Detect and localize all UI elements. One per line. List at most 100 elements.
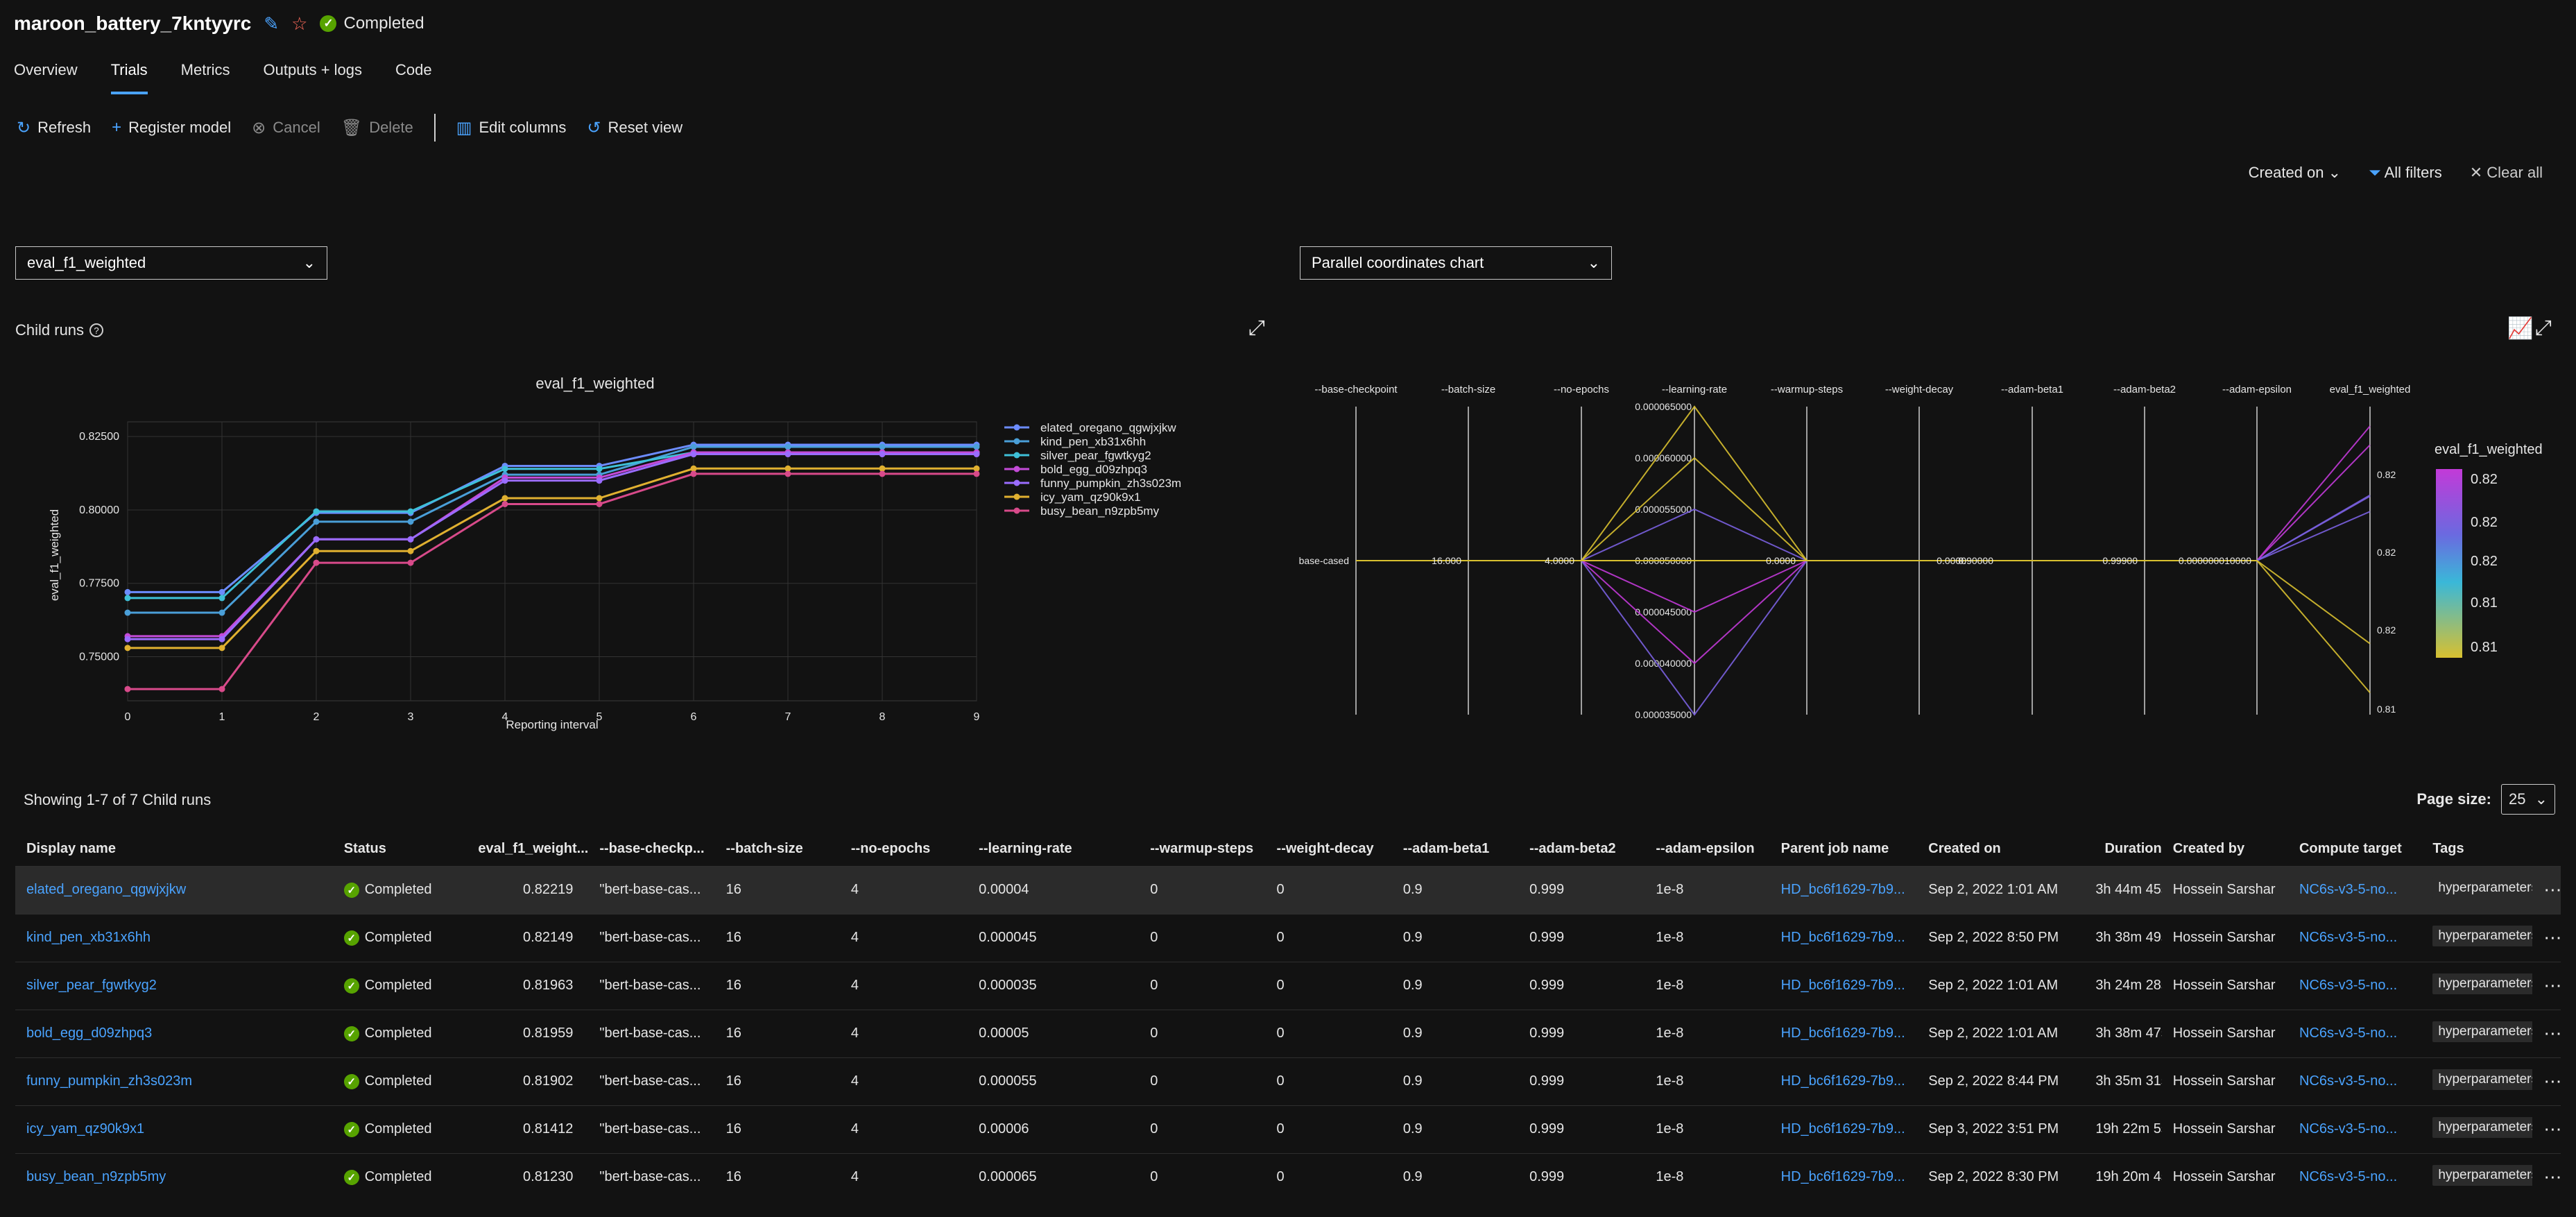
data-point[interactable] — [973, 470, 980, 477]
data-point[interactable] — [501, 477, 508, 484]
name-link[interactable]: icy_yam_qz90k9x1 — [26, 1121, 144, 1137]
parent-link[interactable]: HD_bc6f1629-7b9... — [1781, 978, 1905, 993]
column-header[interactable]: Duration — [2084, 833, 2161, 866]
data-point[interactable] — [124, 595, 131, 602]
compute-link[interactable]: NC6s-v3-5-no... — [2299, 1121, 2397, 1137]
series-line[interactable] — [128, 445, 977, 614]
data-point[interactable] — [218, 686, 225, 692]
data-point[interactable] — [407, 518, 414, 525]
data-point[interactable] — [218, 609, 225, 616]
column-header[interactable]: --weight-decay — [1266, 833, 1392, 866]
legend-item[interactable]: bold_egg_d09zhpq3 — [1040, 463, 1147, 476]
tab-trials[interactable]: Trials — [110, 61, 148, 94]
data-point[interactable] — [218, 636, 225, 642]
data-point[interactable] — [596, 466, 603, 473]
tab-overview[interactable]: Overview — [14, 61, 78, 94]
column-header[interactable]: Compute target — [2288, 833, 2421, 866]
data-point[interactable] — [407, 536, 414, 543]
name-link[interactable]: elated_oregano_qgwjxjkw — [26, 882, 186, 897]
data-point[interactable] — [407, 547, 414, 554]
more-options-icon[interactable]: ⋯ — [2543, 1166, 2561, 1187]
edit-icon[interactable]: ✎ — [264, 13, 279, 35]
refresh-button[interactable]: ↻ Refresh — [17, 118, 91, 138]
column-header[interactable]: --learning-rate — [968, 833, 1139, 866]
expand-icon[interactable]: ⤢ — [2535, 316, 2552, 340]
more-options-icon[interactable]: ⋯ — [2543, 879, 2561, 900]
parent-link[interactable]: HD_bc6f1629-7b9... — [1781, 1025, 1905, 1041]
reset-view-button[interactable]: ↺ Reset view — [587, 118, 682, 138]
data-point[interactable] — [690, 451, 697, 458]
column-header[interactable]: Tags — [2421, 833, 2532, 866]
table-row[interactable]: busy_bean_n9zpb5my ✓ Completed 0.81230 "bert… — [15, 1152, 2561, 1201]
parallel-line[interactable] — [1356, 444, 2371, 613]
all-filters-button[interactable]: ⏷ All filters — [2369, 164, 2442, 182]
data-point[interactable] — [973, 443, 980, 450]
more-options-icon[interactable]: ⋯ — [2543, 975, 2561, 996]
legend-item[interactable]: elated_oregano_qgwjxjkw — [1040, 421, 1176, 434]
compute-link[interactable]: NC6s-v3-5-no... — [2299, 930, 2397, 945]
parallel-line[interactable] — [1356, 495, 2371, 561]
column-header[interactable]: --warmup-steps — [1139, 833, 1265, 866]
parallel-line[interactable] — [1356, 508, 2371, 561]
data-point[interactable] — [313, 547, 320, 554]
tab-metrics[interactable]: Metrics — [181, 61, 230, 94]
compute-link[interactable]: NC6s-v3-5-no... — [2299, 1025, 2397, 1041]
name-link[interactable]: busy_bean_n9zpb5my — [26, 1169, 166, 1184]
compute-link[interactable]: NC6s-v3-5-no... — [2299, 1073, 2397, 1089]
compute-link[interactable]: NC6s-v3-5-no... — [2299, 978, 2397, 993]
series-line[interactable] — [128, 467, 977, 649]
parent-link[interactable]: HD_bc6f1629-7b9... — [1781, 930, 1905, 945]
delete-button[interactable]: 🗑 Delete — [341, 118, 413, 138]
created-on-dropdown[interactable]: Created on ⌄ — [2249, 164, 2341, 182]
more-options-icon[interactable]: ⋯ — [2543, 1118, 2561, 1139]
column-header[interactable]: eval_f1_weight... — [459, 833, 588, 866]
legend-item[interactable]: silver_pear_fgwtkyg2 — [1040, 449, 1151, 462]
data-point[interactable] — [313, 559, 320, 566]
column-header[interactable]: --base-checkp... — [588, 833, 714, 866]
column-header[interactable]: Created on — [1917, 833, 2084, 866]
parallel-line[interactable] — [1356, 405, 2371, 693]
data-point[interactable] — [124, 588, 131, 595]
data-point[interactable] — [313, 508, 320, 515]
legend-item[interactable]: icy_yam_qz90k9x1 — [1040, 491, 1141, 504]
legend-item[interactable]: funny_pumpkin_zh3s023m — [1040, 477, 1181, 490]
page-size-select[interactable]: 25 ⌄ — [2501, 784, 2555, 815]
data-point[interactable] — [784, 470, 791, 477]
column-header[interactable]: Display name — [15, 833, 333, 866]
data-point[interactable] — [218, 595, 225, 602]
column-header[interactable]: Created by — [2162, 833, 2288, 866]
clear-all-button[interactable]: ✕ Clear all — [2470, 164, 2543, 182]
data-point[interactable] — [784, 451, 791, 458]
parent-link[interactable]: HD_bc6f1629-7b9... — [1781, 882, 1905, 897]
data-point[interactable] — [690, 443, 697, 450]
table-row[interactable]: kind_pen_xb31x6hh ✓ Completed 0.82149 "bert-… — [15, 913, 2561, 962]
name-link[interactable]: silver_pear_fgwtkyg2 — [26, 978, 157, 993]
data-point[interactable] — [690, 470, 697, 477]
column-header[interactable]: Status — [333, 833, 459, 866]
data-point[interactable] — [596, 477, 603, 484]
edit-columns-button[interactable]: ▥ Edit columns — [456, 118, 567, 138]
metric-select[interactable]: eval_f1_weighted ⌄ — [15, 246, 327, 280]
help-icon[interactable]: ? — [89, 323, 104, 337]
more-options-icon[interactable]: ⋯ — [2543, 927, 2561, 948]
compute-link[interactable]: NC6s-v3-5-no... — [2299, 1169, 2397, 1184]
legend-item[interactable]: busy_bean_n9zpb5my — [1040, 504, 1160, 518]
data-point[interactable] — [879, 451, 886, 458]
column-header[interactable]: --adam-beta2 — [1518, 833, 1645, 866]
column-header[interactable]: --adam-beta1 — [1392, 833, 1518, 866]
chart-icon[interactable]: 📈 — [2507, 316, 2533, 341]
table-row[interactable]: elated_oregano_qgwjxjkw ✓ Completed 0.82219… — [15, 865, 2561, 914]
data-point[interactable] — [879, 443, 886, 450]
star-icon[interactable]: ☆ — [291, 13, 307, 35]
table-row[interactable]: icy_yam_qz90k9x1 ✓ Completed 0.81412 "bert-b… — [15, 1105, 2561, 1153]
name-link[interactable]: funny_pumpkin_zh3s023m — [26, 1073, 192, 1089]
data-point[interactable] — [218, 588, 225, 595]
column-header[interactable]: --adam-epsilon — [1645, 833, 1769, 866]
legend-item[interactable]: kind_pen_xb31x6hh — [1040, 435, 1146, 448]
parent-link[interactable]: HD_bc6f1629-7b9... — [1781, 1121, 1905, 1137]
parallel-line[interactable] — [1356, 425, 2371, 665]
data-point[interactable] — [313, 518, 320, 525]
name-link[interactable]: kind_pen_xb31x6hh — [26, 930, 151, 945]
data-point[interactable] — [124, 609, 131, 616]
parallel-line[interactable] — [1356, 494, 2371, 716]
